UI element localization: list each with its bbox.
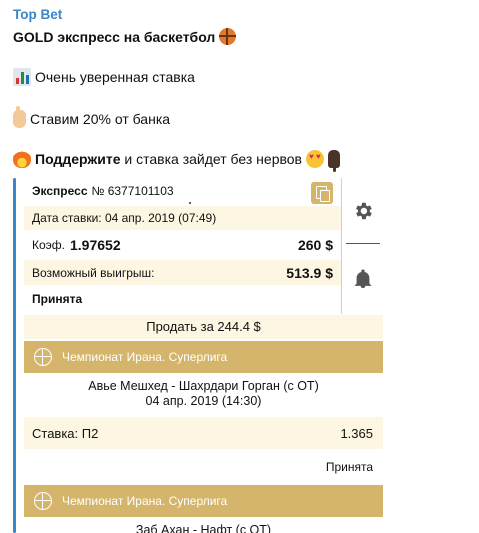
match-name: Заб Ахан - Нафт (с ОТ) (135, 523, 272, 533)
support-bold-text: Поддержите (35, 151, 121, 167)
copy-icon[interactable] (311, 182, 333, 204)
coef-value: 1.97652 (70, 237, 121, 253)
bell-icon[interactable] (352, 268, 374, 290)
message-line-title: GOLD экспресс на баскетбол (13, 28, 237, 45)
basketball-icon (219, 28, 237, 45)
league-name: Чемпионат Ирана. Суперлига (62, 350, 228, 364)
stake-label: Ставка: П2 (32, 425, 99, 441)
support-rest-text: и ставка зайдет без нервов (120, 151, 302, 167)
league-header: Чемпионат Ирана. Суперлига (24, 485, 383, 517)
win-amount: 513.9 $ (286, 264, 333, 281)
bet-card[interactable]: Экспресс № 6377101103 Дата ставки: 04 ап… (24, 178, 383, 533)
win-label: Возможный выигрыш: (32, 265, 155, 280)
channel-name[interactable]: Top Bet (13, 7, 62, 22)
hand-icon (13, 106, 26, 128)
match-date: 04 апр. 2019 (14:30) (145, 394, 262, 408)
bet-date: Дата ставки: 04 апр. 2019 (07:49) (32, 211, 217, 225)
event-status: Принята (325, 460, 373, 474)
stake-row: Ставка: П2 1.365 (24, 417, 383, 449)
match-name: Авье Мешхед - Шахрдари Горган (с ОТ) (88, 379, 319, 393)
bank-text: Ставим 20% от банка (30, 111, 171, 127)
chart-icon (13, 68, 31, 86)
fire-icon (13, 150, 31, 168)
message-line-support: Поддержите и ставка зайдет без нервов (13, 150, 340, 172)
stake-amount: 260 $ (297, 237, 333, 253)
heart-eyes-icon (306, 150, 324, 168)
bet-side-panel (341, 178, 383, 314)
bet-type: Экспресс (32, 184, 88, 198)
bet-date-row: Дата ставки: 04 апр. 2019 (07:49) (24, 206, 341, 230)
coef-label: Коэф. (32, 238, 65, 252)
bet-number: № 6377101103 (91, 184, 174, 198)
sell-button[interactable]: Продать за 244.4 $ (24, 315, 383, 339)
basketball-icon (34, 348, 52, 366)
confidence-text: Очень уверенная ставка (35, 69, 195, 85)
message-line-confidence: Очень уверенная ставка (13, 68, 195, 86)
gear-icon[interactable] (352, 200, 374, 222)
league-header: Чемпионат Ирана. Суперлига (24, 341, 383, 373)
league-name: Чемпионат Ирана. Суперлига (62, 494, 228, 508)
bet-coef-row: Коэф. 1.97652 260 $ (24, 233, 341, 257)
dot-mark (189, 202, 191, 204)
message-line-bank: Ставим 20% от банка (13, 106, 171, 128)
bet-title-row: Экспресс № 6377101103 (24, 178, 341, 204)
title-text: GOLD экспресс на баскетбол (13, 28, 216, 45)
basketball-icon (34, 492, 52, 510)
bet-win-row: Возможный выигрыш: 513.9 $ (24, 260, 341, 285)
quote-bar (13, 178, 16, 533)
side-divider (346, 243, 380, 244)
bet-status: Принята (32, 292, 83, 306)
stake-coef: 1.365 (340, 425, 373, 441)
thumbs-down-icon (328, 150, 340, 172)
